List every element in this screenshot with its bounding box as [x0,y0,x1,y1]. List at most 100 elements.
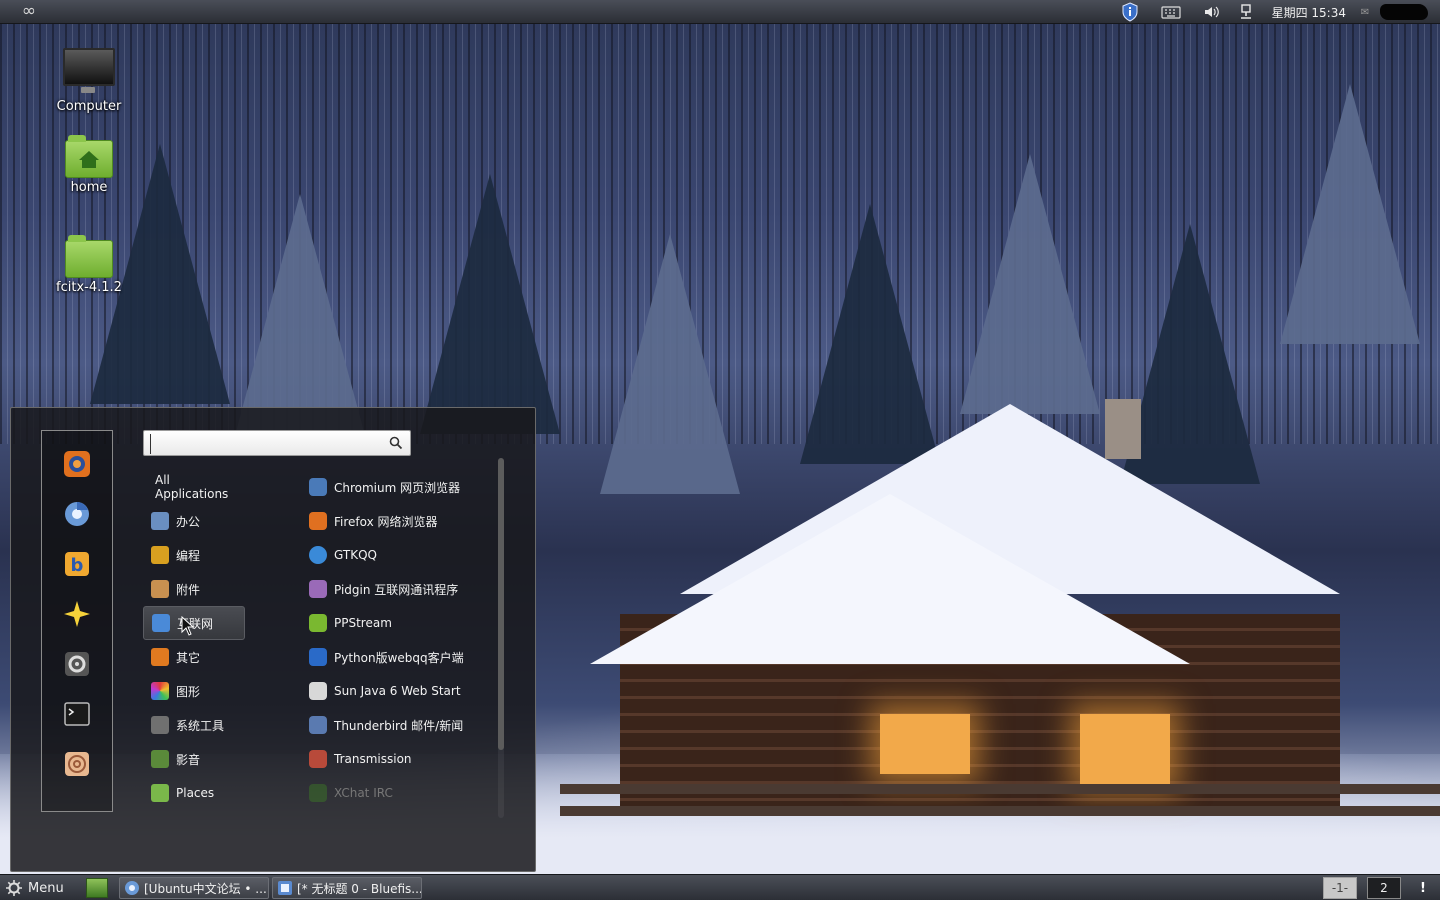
category-all-applications[interactable]: All Applications [143,470,245,504]
cabin-chimney [1105,399,1141,459]
fav-firefox[interactable] [62,449,92,479]
app-label: Pidgin 互联网通讯程序 [334,582,459,597]
app-chromium[interactable]: Chromium 网页浏览器 [309,470,499,504]
log-cabin [590,384,1400,844]
category-label: 办公 [176,514,201,529]
computer-icon [63,48,115,93]
workspace-2[interactable]: 2 [1367,877,1401,899]
network-icon[interactable] [1238,0,1254,24]
svg-text:b: b [71,555,84,576]
fav-bluefish[interactable]: b [62,549,92,579]
app-firefox[interactable]: Firefox 网络浏览器 [309,504,499,538]
taskbar-item-browser[interactable]: [Ubuntu中文论坛 • ... [119,877,269,899]
system-tools-icon [151,716,169,734]
app-xchat[interactable]: XChat IRC [309,776,499,810]
desktop-icon-computer[interactable]: Computer [34,48,144,114]
app-pidgin[interactable]: Pidgin 互联网通讯程序 [309,572,499,606]
category-label: Places [176,786,215,800]
wooden-fence [560,784,1440,794]
app-label: Sun Java 6 Web Start [334,684,461,698]
category-other[interactable]: 其它 [143,640,245,674]
app-transmission[interactable]: Transmission [309,742,499,776]
app-python-webqq[interactable]: Python版webqq客户端 [309,640,499,674]
cabin-window [1080,714,1170,784]
app-thunderbird[interactable]: Thunderbird 邮件/新闻 [309,708,499,742]
category-system-tools[interactable]: 系统工具 [143,708,245,742]
terminal-icon [64,702,90,726]
graphics-icon [151,682,169,700]
app-label: Thunderbird 邮件/新闻 [334,718,464,733]
category-label: 附件 [176,582,201,597]
nautilus-icon [65,752,89,776]
places-folder-icon [151,784,169,802]
search-box[interactable] [143,430,411,456]
app-label: XChat IRC [334,786,393,800]
keyboard-icon[interactable] [1160,0,1182,24]
sparkle-icon [64,601,90,627]
folder-icon [65,235,113,278]
category-graphics[interactable]: 图形 [143,674,245,708]
app-ppstream[interactable]: PPStream [309,606,499,640]
pidgin-icon [309,580,327,598]
category-places[interactable]: Places [143,776,245,810]
application-list: Chromium 网页浏览器 Firefox 网络浏览器 GTKQQ Pidgi… [309,470,499,810]
app-label: Python版webqq客户端 [334,650,464,665]
workspace-1[interactable]: -1- [1323,877,1357,899]
home-folder-icon [65,135,113,178]
search-input[interactable] [150,434,386,454]
fav-nautilus[interactable] [62,749,92,779]
desktop-icon-fcitx[interactable]: fcitx-4.1.2 [34,235,144,295]
fav-chromium[interactable] [62,499,92,529]
mail-icon[interactable]: ✉ [1358,0,1372,24]
menu-button-label: Menu [28,880,64,896]
clock[interactable]: 星期四 15:34 [1272,4,1346,21]
cabin-window [880,714,970,774]
category-accessories[interactable]: 附件 [143,572,245,606]
favorites-bar: b [41,430,113,812]
category-programming[interactable]: 编程 [143,538,245,572]
app-label: Transmission [334,752,412,766]
programming-icon [151,546,169,564]
category-multimedia[interactable]: 影音 [143,742,245,776]
gtkqq-icon [309,546,327,564]
fav-settings[interactable] [62,649,92,679]
infinity-icon[interactable]: ∞ [18,2,40,20]
gear-icon [6,880,22,896]
shield-info-icon[interactable] [1120,2,1140,22]
category-label: 编程 [176,548,201,563]
category-label: 影音 [176,752,201,767]
user-avatar[interactable] [1380,4,1428,20]
pine-tree [420,174,560,434]
top-panel: ∞ 星期四 15:34 ✉ [0,0,1440,24]
fav-sparkle[interactable] [62,599,92,629]
notification-indicator[interactable]: ! [1414,877,1432,899]
fav-terminal[interactable] [62,699,92,729]
system-tray: 星期四 15:34 ✉ [1120,0,1440,24]
settings-icon [65,652,89,676]
application-menu: b All Applications 办公 编程 附件 互联网 其它 图形 系统… [10,407,536,872]
desktop-icon-home[interactable]: home [34,135,144,195]
app-label: GTKQQ [334,548,377,562]
firefox-icon [64,451,90,477]
show-desktop-button[interactable] [86,878,108,898]
app-gtkqq[interactable]: GTKQQ [309,538,499,572]
app-label: Chromium 网页浏览器 [334,480,461,495]
menu-button[interactable]: Menu [6,877,64,899]
pine-tree [960,154,1100,414]
category-label: 系统工具 [176,718,225,733]
desktop-icon-label: fcitx-4.1.2 [56,280,122,295]
ppstream-icon [309,614,327,632]
volume-icon[interactable] [1202,0,1222,24]
category-office[interactable]: 办公 [143,504,245,538]
chromium-icon [125,881,139,895]
webqq-icon [309,648,327,666]
app-java-web-start[interactable]: Sun Java 6 Web Start [309,674,499,708]
category-label: 图形 [176,684,201,699]
office-icon [151,512,169,530]
scrollbar-thumb[interactable] [498,458,504,750]
app-label: Firefox 网络浏览器 [334,514,438,529]
taskbar-item-label: [* 无标题 0 - Bluefis... [297,881,422,896]
transmission-icon [309,750,327,768]
taskbar-item-bluefish[interactable]: [* 无标题 0 - Bluefis... [272,877,422,899]
xchat-icon [309,784,327,802]
